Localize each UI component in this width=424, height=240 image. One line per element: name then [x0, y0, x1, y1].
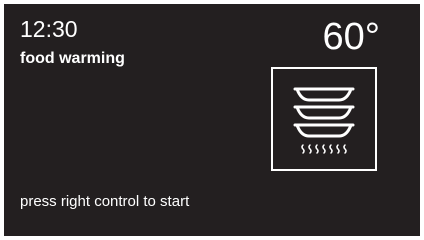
- food-warming-icon: [271, 67, 377, 171]
- mode-label: food warming: [20, 50, 125, 67]
- temperature-readout: 60°: [322, 16, 380, 58]
- start-hint: press right control to start: [20, 193, 190, 210]
- clock-time: 12:30: [20, 16, 78, 42]
- oven-display: 12:30 food warming 60° press right contr…: [4, 4, 420, 236]
